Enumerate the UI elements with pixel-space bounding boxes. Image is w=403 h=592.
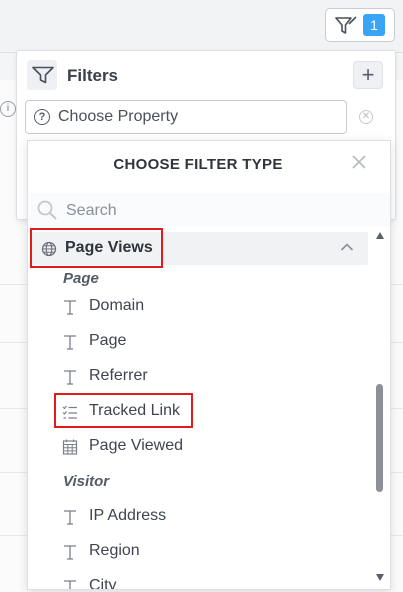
scroll-up-arrow-icon[interactable] xyxy=(376,232,384,239)
filter-item-label: Page xyxy=(89,332,127,349)
dropdown-title: CHOOSE FILTER TYPE xyxy=(113,156,283,173)
search-icon xyxy=(37,200,57,220)
text-type-icon xyxy=(64,300,76,315)
filter-item-ip-address[interactable]: IP Address xyxy=(56,502,316,532)
filter-icon xyxy=(335,16,357,34)
choose-property-placeholder: Choose Property xyxy=(58,108,179,125)
filter-item-label: Page Viewed xyxy=(89,437,183,454)
chevron-up-icon[interactable] xyxy=(340,242,354,252)
list-type-icon xyxy=(62,405,77,419)
text-type-icon xyxy=(64,510,76,525)
add-filter-button[interactable]: + xyxy=(353,61,383,89)
text-type-icon xyxy=(64,545,76,560)
group-label: Page Views xyxy=(65,239,153,256)
section-page: Page xyxy=(63,270,99,287)
scroll-down-arrow-icon[interactable] xyxy=(376,574,384,581)
filter-item-city[interactable]: City xyxy=(56,572,316,590)
scrollbar-thumb[interactable] xyxy=(376,384,383,492)
filter-item-referrer[interactable]: Referrer xyxy=(56,362,316,392)
calendar-type-icon xyxy=(62,439,78,455)
filter-item-label: City xyxy=(89,577,117,590)
filter-item-domain[interactable]: Domain xyxy=(56,292,316,322)
text-type-icon xyxy=(64,370,76,385)
filter-item-label: Domain xyxy=(89,297,145,314)
filter-icon xyxy=(32,66,54,84)
info-icon[interactable]: i xyxy=(0,101,16,117)
filter-item-label: Referrer xyxy=(89,367,148,384)
search-input[interactable] xyxy=(64,199,368,223)
clear-circle-icon[interactable]: ✕ xyxy=(359,110,373,124)
filter-item-label: Tracked Link xyxy=(89,402,180,419)
filter-item-label: Region xyxy=(89,542,140,559)
filter-item-label: IP Address xyxy=(89,507,167,524)
filters-panel-title: Filters xyxy=(67,66,119,85)
group-page-views[interactable]: Page Views xyxy=(32,232,368,265)
filter-item-region[interactable]: Region xyxy=(56,537,316,567)
plus-icon: + xyxy=(361,62,375,87)
filter-type-dropdown: CHOOSE FILTER TYPE Page Views Page Domai… xyxy=(27,140,391,590)
globe-icon xyxy=(41,241,57,257)
filter-item-page[interactable]: Page xyxy=(56,327,316,357)
choose-property-select[interactable]: ? Choose Property xyxy=(25,100,347,134)
text-type-icon xyxy=(64,580,76,589)
filter-item-tracked-link[interactable]: Tracked Link xyxy=(56,397,316,427)
filters-panel-icon xyxy=(27,60,57,90)
section-visitor: Visitor xyxy=(63,473,110,490)
filter-count-badge: 1 xyxy=(363,14,385,36)
text-type-icon xyxy=(64,335,76,350)
question-icon: ? xyxy=(34,109,50,125)
filter-item-page-viewed[interactable]: Page Viewed xyxy=(56,432,316,462)
search-bar xyxy=(28,193,390,227)
filter-toggle-button[interactable]: 1 xyxy=(325,8,395,42)
close-icon[interactable] xyxy=(350,153,368,171)
